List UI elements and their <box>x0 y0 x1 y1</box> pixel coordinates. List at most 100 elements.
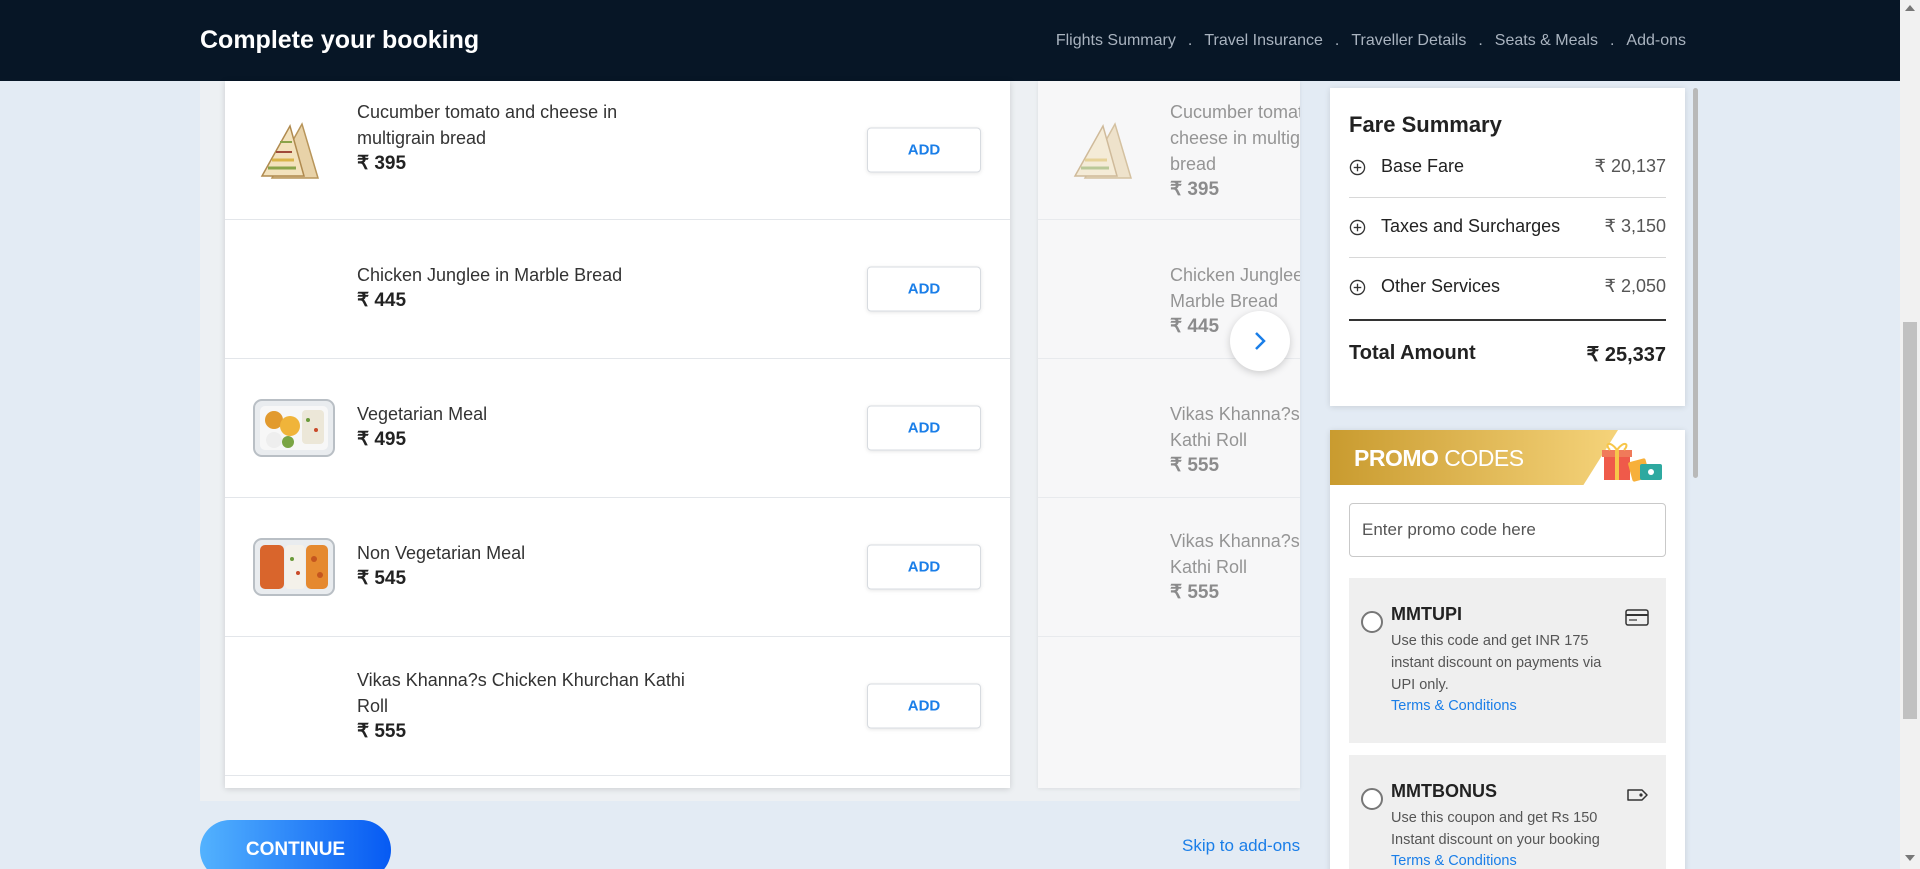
promo-title: PROMO CODES <box>1354 445 1524 471</box>
promo-banner: PROMO CODES <box>1330 430 1618 485</box>
meal-item: Vikas Khanna?s Chicken Khurchan Kathi Ro… <box>225 637 1010 776</box>
gift-icon <box>1602 443 1662 482</box>
add-meal-button[interactable]: ADD <box>867 544 981 590</box>
total-amount-label: Total Amount <box>1349 342 1476 364</box>
meal-price: ₹ 545 <box>357 568 407 589</box>
expand-plus-icon[interactable] <box>1349 279 1366 296</box>
coupon-code: MMTBONUS <box>1391 781 1497 801</box>
fare-row-base[interactable]: Base Fare ₹ 20,137 <box>1349 138 1666 198</box>
skip-to-addons-link[interactable]: Skip to add-ons <box>1182 836 1300 856</box>
meal-item: Chicken Junglee in Marble Bread ₹ 445 AD… <box>225 220 1010 359</box>
total-amount-value: ₹ 25,337 <box>1586 344 1666 366</box>
sandwich-image <box>1073 122 1133 179</box>
meal-name: Vikas Khanna?s Chicken Kathi Roll <box>1170 531 1300 577</box>
fare-label: Other Services <box>1381 276 1501 296</box>
meal-list: Cucumber tomato and cheese in multigrain… <box>225 81 1010 788</box>
meal-text: Cucumber tomato and cheese in multigrain… <box>357 99 687 177</box>
step-separator: . <box>1609 32 1615 49</box>
fare-row-other[interactable]: Other Services ₹ 2,050 <box>1349 258 1666 318</box>
meal-text: Vikas Khanna?s Chicken Khurchan Kathi Ro… <box>357 667 687 745</box>
promo-code-input[interactable] <box>1349 503 1666 557</box>
coupon-code: MMTUPI <box>1391 604 1462 624</box>
fare-summary-title: Fare Summary <box>1349 112 1502 137</box>
step-add-ons[interactable]: Add-ons <box>1626 32 1686 50</box>
meal-name: Cucumber tomato and cheese in multigrain… <box>1170 102 1300 174</box>
meal-item: Cucumber tomato and cheese in multigrain… <box>1038 81 1300 220</box>
fare-label: Base Fare <box>1381 156 1465 176</box>
meal-name: Vikas Khanna?s Paneer Kathi Roll <box>1170 404 1300 450</box>
coupon-mmtbonus[interactable]: MMTBONUS Use this coupon and get Rs 150 … <box>1349 755 1666 869</box>
sandwich-image <box>260 122 320 179</box>
promo-codes-card: PROMO CODES MMTUPI Use this code and get… <box>1330 430 1685 869</box>
meal-item: Non Vegetarian Meal ₹ 545 ADD <box>225 498 1010 637</box>
nonveg-meal-image <box>253 538 335 596</box>
step-travel-insurance[interactable]: Travel Insurance <box>1204 32 1323 50</box>
step-traveller-details[interactable]: Traveller Details <box>1351 32 1466 50</box>
step-separator: . <box>1187 32 1193 49</box>
fare-amount: ₹ 2,050 <box>1604 276 1667 296</box>
scrollbar-thumb[interactable] <box>1903 322 1917 719</box>
meal-text: Vegetarian Meal ₹ 495 <box>357 401 687 453</box>
terms-conditions-link[interactable]: Terms & Conditions <box>1391 853 1517 869</box>
meal-name: Non Vegetarian Meal <box>357 543 526 563</box>
terms-conditions-link[interactable]: Terms & Conditions <box>1391 698 1517 714</box>
page-title: Complete your booking <box>200 26 480 54</box>
meal-price: ₹ 445 <box>357 290 407 311</box>
coupon-radio[interactable] <box>1361 611 1383 633</box>
meal-price: ₹ 555 <box>1170 582 1220 603</box>
meal-text: Chicken Junglee in Marble Bread ₹ 445 <box>357 262 687 314</box>
coupon-radio[interactable] <box>1361 788 1383 810</box>
scroll-down-arrow-icon[interactable] <box>1905 855 1915 861</box>
meal-price: ₹ 395 <box>1170 179 1220 200</box>
coupon-description: Use this code and get INR 175 instant di… <box>1391 633 1602 693</box>
add-meal-button[interactable]: ADD <box>867 405 981 451</box>
expand-plus-icon[interactable] <box>1349 159 1366 176</box>
fare-amount: ₹ 3,150 <box>1604 216 1667 236</box>
divider <box>1349 319 1666 321</box>
coupon-mmtupi[interactable]: MMTUPI Use this code and get INR 175 ins… <box>1349 578 1666 743</box>
meal-text: Vikas Khanna?s Paneer Kathi Roll ₹ 555 <box>1170 401 1300 479</box>
scrollbar-thumb[interactable] <box>1693 88 1698 478</box>
meal-item: Vegetarian Meal ₹ 495 ADD <box>225 359 1010 498</box>
meal-text: Non Vegetarian Meal ₹ 545 <box>357 540 687 592</box>
fare-row-taxes[interactable]: Taxes and Surcharges ₹ 3,150 <box>1349 198 1666 258</box>
meal-text: Vikas Khanna?s Chicken Kathi Roll ₹ 555 <box>1170 528 1300 606</box>
meals-section: Cucumber tomato and cheese in multigrain… <box>200 81 1300 801</box>
card-icon <box>1625 609 1649 626</box>
meal-item: Cucumber tomato and cheese in multigrain… <box>225 81 1010 220</box>
meal-item: Vikas Khanna?s Chicken Kathi Roll ₹ 555 <box>1038 498 1300 637</box>
coupon-description: Use this coupon and get Rs 150 Instant d… <box>1391 810 1600 848</box>
meal-price: ₹ 495 <box>357 429 407 450</box>
fare-amount: ₹ 20,137 <box>1594 156 1666 176</box>
continue-button[interactable]: CONTINUE <box>200 820 391 869</box>
chevron-right-icon <box>1255 332 1266 350</box>
fare-label: Taxes and Surcharges <box>1381 216 1561 236</box>
meal-text: Cucumber tomato and cheese in multigrain… <box>1170 99 1300 203</box>
meal-name: Cucumber tomato and cheese in multigrain… <box>357 102 618 148</box>
meal-price: ₹ 555 <box>1170 455 1220 476</box>
meal-name: Vikas Khanna?s Chicken Khurchan Kathi Ro… <box>357 670 685 716</box>
meal-price: ₹ 395 <box>357 153 407 174</box>
meal-price: ₹ 555 <box>357 721 407 742</box>
step-flights-summary[interactable]: Flights Summary <box>1056 32 1176 50</box>
fare-summary-card: Fare Summary Base Fare ₹ 20,137 Taxes an… <box>1330 88 1685 406</box>
scroll-up-arrow-icon[interactable] <box>1905 5 1915 11</box>
add-meal-button[interactable]: ADD <box>867 683 981 729</box>
step-separator: . <box>1334 32 1340 49</box>
next-leg-button[interactable] <box>1230 311 1290 371</box>
page-scrollbar[interactable] <box>1900 0 1920 869</box>
expand-plus-icon[interactable] <box>1349 219 1366 236</box>
header-bar: Complete your booking Flights Summary . … <box>0 0 1900 81</box>
meal-list-next: Cucumber tomato and cheese in multigrain… <box>1038 81 1300 788</box>
booking-steps: Flights Summary . Travel Insurance . Tra… <box>1056 32 1686 50</box>
meal-name: Chicken Junglee in Marble Bread <box>357 265 623 285</box>
step-separator: . <box>1478 32 1483 49</box>
add-meal-button[interactable]: ADD <box>867 266 981 312</box>
step-seats-meals[interactable]: Seats & Meals <box>1495 32 1598 50</box>
meal-name: Chicken Junglee in Marble Bread <box>1170 265 1300 311</box>
sidebar-scrollbar[interactable] <box>1693 88 1700 869</box>
tag-icon <box>1627 789 1648 801</box>
add-meal-button[interactable]: ADD <box>867 127 981 173</box>
meal-item: Vikas Khanna?s Paneer Kathi Roll ₹ 555 <box>1038 359 1300 498</box>
meal-name: Vegetarian Meal <box>357 404 488 424</box>
